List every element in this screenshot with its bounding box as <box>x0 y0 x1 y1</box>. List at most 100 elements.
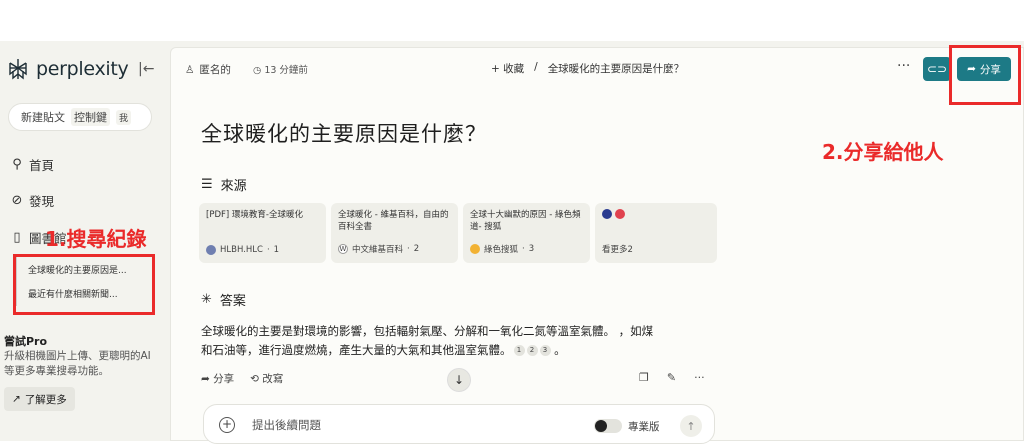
sidebar-collapse-icon[interactable]: |← <box>138 61 154 77</box>
answer-line-2: 和石油等，進行過度燃燒，產生大量的大氣和其他溫室氣體。 1 2 3 。 <box>201 343 566 357</box>
source-cards: [PDF] 環境教育-全球暖化 HLBH.HLC · 1 全球暖化 - 維基百科… <box>199 203 717 263</box>
site-favicon-icon <box>206 245 216 255</box>
source-meta: HLBH.HLC · 1 <box>206 245 279 255</box>
citation-badge[interactable]: 3 <box>539 345 551 356</box>
share-answer-label: 分享 <box>213 373 235 385</box>
link-icon: ⊂⊃ <box>926 62 948 76</box>
see-more-label: 看更多2 <box>602 245 633 255</box>
learn-more-button[interactable]: ↗ 了解更多 <box>4 387 75 411</box>
more-options-icon[interactable]: ··· <box>897 58 910 74</box>
source-site: 中文維基百科 <box>352 245 404 255</box>
perplexity-answer-icon: ✳ <box>201 292 212 307</box>
see-more-card[interactable]: 看更多2 <box>595 203 717 263</box>
sources-icon: ☰ <box>201 177 213 192</box>
new-thread-button[interactable]: 新建貼文 控制鍵 我 <box>8 103 152 131</box>
source-meta: 綠色搜狐 · 3 <box>470 243 534 255</box>
breadcrumb-separator: / <box>534 61 538 73</box>
edit-icon[interactable]: ✎ <box>667 371 676 384</box>
source-dot: · <box>407 244 410 254</box>
source-card[interactable]: [PDF] 環境教育-全球暖化 HLBH.HLC · 1 <box>199 203 326 263</box>
refresh-icon: ⟲ <box>250 373 263 385</box>
sources-heading-label: 來源 <box>220 179 247 194</box>
more-options-icon[interactable]: ··· <box>694 371 705 384</box>
citation-badge[interactable]: 1 <box>513 345 525 356</box>
source-number: 3 <box>528 244 535 254</box>
add-attachment-icon[interactable]: + <box>219 417 235 433</box>
main-panel: ♙ 匿名的 ◷ 13 分鐘前 + 收藏 / 全球暖化的主要原因是什麼？ ··· … <box>170 47 1024 444</box>
wikipedia-icon: W <box>338 244 348 254</box>
rewrite-button[interactable]: ⟲ 改寫 <box>250 371 283 386</box>
source-site: 綠色搜狐 <box>484 245 519 255</box>
answer-actions: ➦ 分享 ⟲ 改寫 <box>201 371 283 386</box>
shortcut-key-ctrl: 控制鍵 <box>71 108 110 126</box>
page-title: 全球暖化的主要原因是什麼？ <box>201 122 487 146</box>
more-favicons <box>602 209 710 219</box>
shortcut-key-i: 我 <box>116 109 132 125</box>
arrow-up-right-icon: ↗ <box>12 393 21 405</box>
sidebar-item-label: 發現 <box>29 194 55 209</box>
pro-toggle[interactable] <box>594 419 622 433</box>
annotation-label: 1.搜尋紀錄 <box>45 227 147 251</box>
rewrite-label: 改寫 <box>262 373 284 385</box>
arrow-down-icon: ↓ <box>453 373 465 387</box>
timestamp-label: 13 分鐘前 <box>264 65 308 76</box>
sidebar-item-discover[interactable]: ⊘ 發現 <box>10 191 54 210</box>
answer-line: 全球暖化的主要是對環境的影響，包括輻射氣壓、分解和一氧化二氮等溫室氣體。 ，如煤 <box>201 324 654 338</box>
user-icon: ♙ <box>185 63 195 76</box>
bookmark-button[interactable]: + 收藏 <box>491 61 524 76</box>
sohu-icon <box>470 244 480 254</box>
source-meta: W 中文維基百科 · 2 <box>338 243 419 255</box>
followup-bar: + 提出後續問題 專業版 ↑ <box>203 404 715 444</box>
source-number: 1 <box>273 245 280 255</box>
copy-link-button[interactable]: ⊂⊃ <box>923 57 951 81</box>
site-favicon-icon <box>615 209 625 219</box>
brand-name: perplexity <box>36 58 129 80</box>
compass-icon: ⊘ <box>11 193 23 208</box>
try-pro-title: 嘗試Pro <box>4 335 48 348</box>
perplexity-logo-icon <box>9 59 27 80</box>
followup-input[interactable]: 提出後續問題 <box>252 417 321 433</box>
anonymous-user: ♙ 匿名的 <box>185 62 231 77</box>
answer-text: 全球暖化的主要是對環境的影響，包括輻射氣壓、分解和一氧化二氮等溫室氣體。 ，如煤… <box>201 322 721 360</box>
answer-heading: ✳ 答案 <box>201 290 246 309</box>
source-title: 全球暖化 - 維基百科，自由的百科全書 <box>338 210 449 232</box>
share-arrow-icon: ➦ <box>201 373 214 385</box>
learn-more-label: 了解更多 <box>24 393 67 406</box>
brand[interactable]: perplexity <box>6 57 129 81</box>
copy-icon[interactable]: ❐ <box>639 371 649 384</box>
toggle-knob <box>595 420 607 432</box>
arrow-up-icon: ↑ <box>686 419 696 433</box>
new-thread-label: 新建貼文 <box>21 111 65 124</box>
source-title: [PDF] 環境教育-全球暖化 <box>206 210 303 220</box>
timestamp: ◷ 13 分鐘前 <box>253 62 308 76</box>
answer-tool-icons: ❐ ✎ ··· <box>639 371 705 384</box>
source-card[interactable]: 全球暖化 - 維基百科，自由的百科全書 W 中文維基百科 · 2 <box>331 203 458 263</box>
source-number: 2 <box>413 244 420 254</box>
top-bar: ♙ 匿名的 ◷ 13 分鐘前 + 收藏 / 全球暖化的主要原因是什麼？ ··· … <box>171 48 1024 90</box>
answer-line: 和石油等，進行過度燃燒，產生大量的大氣和其他溫室氣體。 <box>201 343 512 357</box>
pro-label: 專業版 <box>628 421 660 433</box>
site-favicon-icon <box>602 209 612 219</box>
submit-button[interactable]: ↑ <box>680 415 702 437</box>
share-answer-button[interactable]: ➦ 分享 <box>201 371 234 386</box>
search-icon: ⚲ <box>12 157 22 172</box>
library-icon: ▯ <box>13 230 21 245</box>
citation-badge[interactable]: 2 <box>526 345 538 356</box>
share-highlight-box <box>949 45 1021 105</box>
history-highlight-box <box>13 254 155 315</box>
source-site: HLBH.HLC <box>220 245 263 255</box>
sidebar-item-home[interactable]: ⚲ 首頁 <box>10 155 54 174</box>
source-card[interactable]: 全球十大幽默的原因 - 綠色頻道- 搜狐 綠色搜狐 · 3 <box>463 203 590 263</box>
anonymous-label: 匿名的 <box>199 64 231 76</box>
sources-heading: ☰ 來源 <box>201 175 247 194</box>
clock-icon: ◷ <box>253 65 262 76</box>
sidebar-item-label: 首頁 <box>29 158 55 173</box>
scroll-down-button[interactable]: ↓ <box>447 368 471 392</box>
try-pro-description: 升級相機圖片上傳、更聰明的AI等更多專業搜尋功能。 <box>4 350 151 377</box>
breadcrumb-title: 全球暖化的主要原因是什麼？ <box>547 63 685 75</box>
source-title: 全球十大幽默的原因 - 綠色頻道- 搜狐 <box>470 210 581 232</box>
answer-heading-label: 答案 <box>219 294 246 309</box>
source-dot: · <box>266 245 270 255</box>
source-dot: · <box>522 244 525 254</box>
annotation-label: 2.分享給他人 <box>822 140 944 164</box>
